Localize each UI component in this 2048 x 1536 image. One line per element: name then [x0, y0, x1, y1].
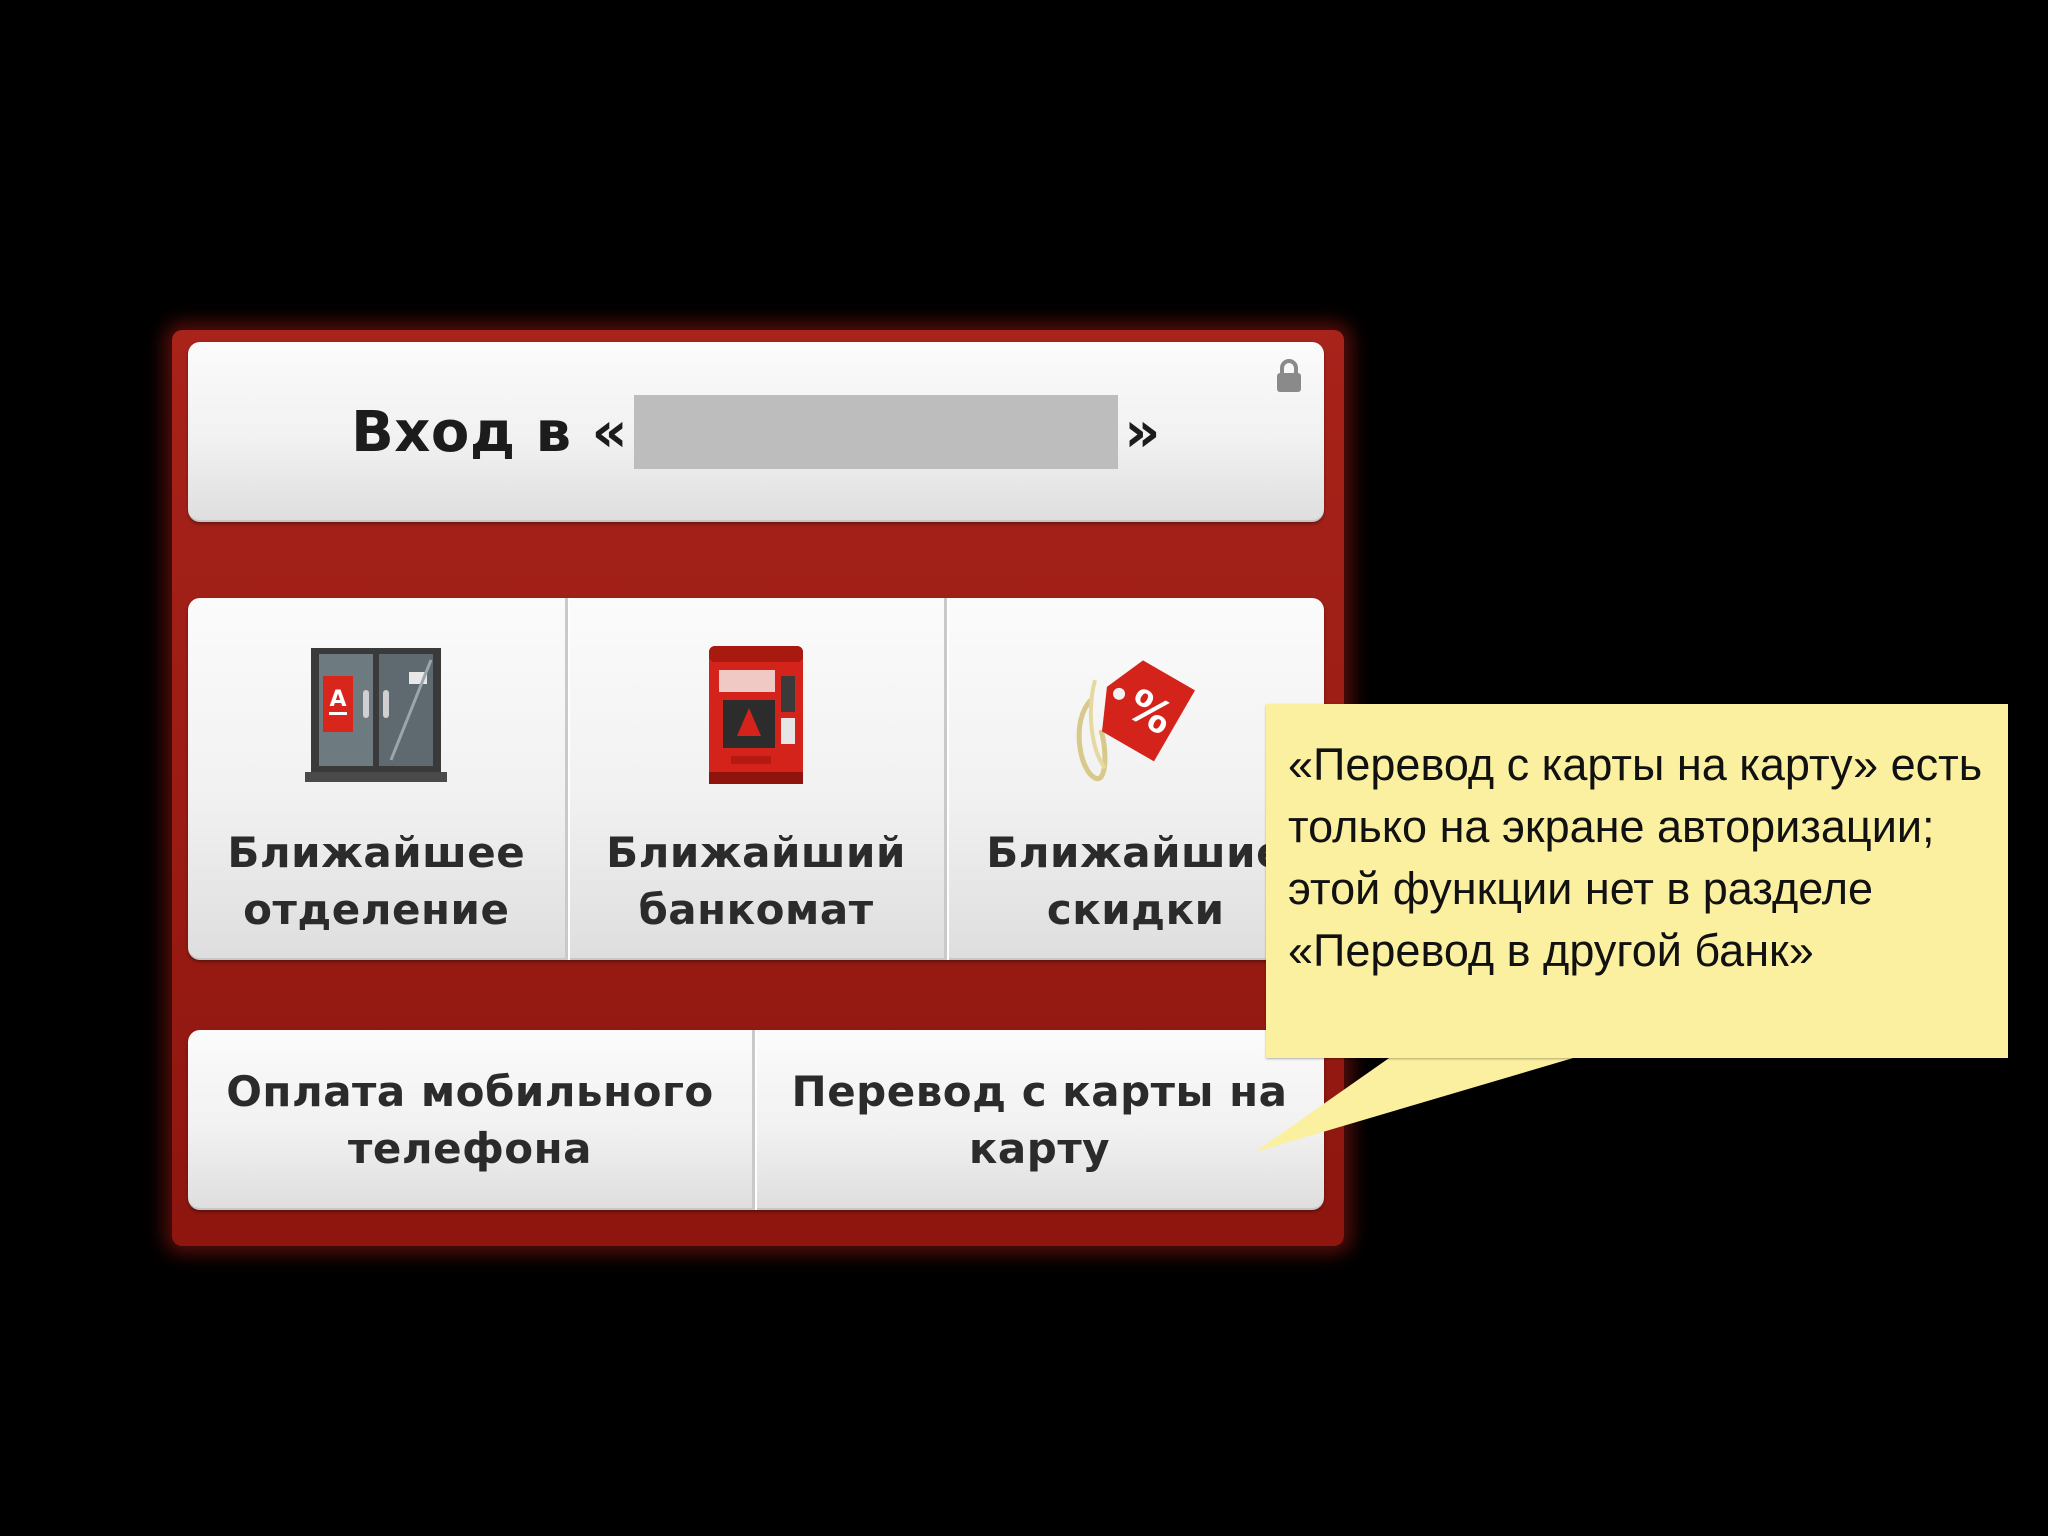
svg-text:A: A [330, 687, 347, 712]
atm-icon [709, 646, 803, 784]
tile-label-atm: Ближайший банкомат [606, 828, 906, 934]
annotation-callout: «Перевод с карты на карту» есть только н… [1266, 704, 2008, 1058]
card-transfer-button[interactable]: Перевод с карты на карту [752, 1030, 1324, 1210]
lock-icon [1277, 359, 1301, 392]
quick-links: A Ближайшее отделение Ближайший банкомат… [188, 598, 1324, 960]
login-title-suffix: » [1124, 399, 1161, 465]
discount-tag-icon: % [1076, 660, 1195, 782]
redacted-bank-name [634, 395, 1119, 469]
mobile-payment-button[interactable]: Оплата мобильного телефона [188, 1030, 752, 1210]
tile-label-branch: Ближайшее отделение [227, 828, 526, 934]
login-title-prefix: Вход в « [351, 399, 629, 465]
login-title: Вход в « » [351, 395, 1161, 469]
action-row: Оплата мобильного телефона Перевод с кар… [188, 1030, 1324, 1210]
tile-nearest-atm[interactable]: Ближайший банкомат [564, 598, 945, 960]
tile-nearest-branch[interactable]: A Ближайшее отделение [188, 598, 565, 960]
login-button[interactable]: Вход в « » [188, 342, 1324, 522]
tile-label-discounts: Ближайшие скидки [986, 828, 1286, 934]
screen: Вход в « » A Ближайшее отделение Ближайш… [0, 0, 2048, 1536]
branch-door-icon: A [305, 648, 448, 782]
callout-text: «Перевод с карты на карту» есть только н… [1288, 739, 1983, 976]
